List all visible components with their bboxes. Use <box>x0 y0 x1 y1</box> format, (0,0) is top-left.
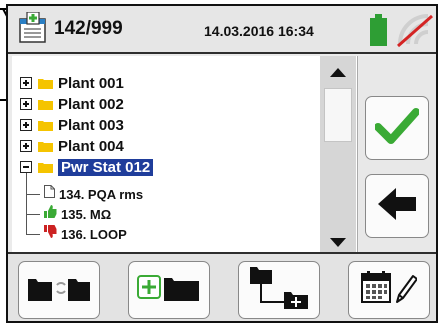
tree-scrollbar[interactable] <box>320 56 356 252</box>
document-icon <box>44 185 55 203</box>
tree-connector <box>26 234 40 235</box>
record-count: 142/999 <box>54 18 123 39</box>
measurement-label: 134. PQA rms <box>59 186 144 202</box>
scrollbar-thumb[interactable] <box>324 88 352 142</box>
move-folder-button[interactable] <box>18 261 100 319</box>
archive-tree: Plant 001 Plant 002 Plant 003 Plant 004 … <box>12 56 358 252</box>
signal-off-icon <box>394 14 434 48</box>
folder-icon <box>38 120 53 131</box>
instrument-screen: 142/999 14.03.2016 16:34 Plant 001 Plant… <box>6 4 438 323</box>
folder-icon <box>38 141 53 152</box>
back-button[interactable] <box>365 174 429 238</box>
collapse-toggle[interactable] <box>20 161 32 173</box>
database-icon <box>18 11 48 44</box>
folder-icon <box>38 99 53 110</box>
thumbs-down-icon <box>44 225 57 243</box>
tree-node[interactable]: Plant 001 <box>20 72 124 94</box>
confirm-button[interactable] <box>365 96 429 160</box>
back-arrow-icon <box>378 187 416 225</box>
tree-node-label: Pwr Stat 012 <box>58 158 154 176</box>
side-button-panel <box>359 56 436 252</box>
folder-icon <box>38 78 53 89</box>
new-subfolder-button[interactable] <box>238 261 320 319</box>
tree-node[interactable]: Plant 004 <box>20 135 124 157</box>
new-folder-button[interactable] <box>128 261 210 319</box>
thumbs-up-icon <box>44 205 57 223</box>
tree-node[interactable]: Plant 003 <box>20 114 124 136</box>
measurement-item[interactable]: 136. LOOP <box>44 223 127 245</box>
tree-node-label: Plant 002 <box>58 95 124 113</box>
date-time: 14.03.2016 16:34 <box>204 23 314 39</box>
tree-node-label: Plant 004 <box>58 137 124 155</box>
confirm-icon <box>374 107 420 150</box>
scroll-down-arrow-icon[interactable] <box>330 234 346 252</box>
measurement-label: 135. MΩ <box>61 206 112 222</box>
tree-node-selected[interactable]: Pwr Stat 012 <box>20 156 154 178</box>
tree-connector <box>26 173 27 235</box>
tree-connector <box>26 214 40 215</box>
tree-node[interactable]: Plant 002 <box>20 93 124 115</box>
new-folder-icon <box>137 273 201 308</box>
edit-calendar-button[interactable] <box>348 261 430 319</box>
tree-node-label: Plant 001 <box>58 74 124 92</box>
edit-calendar-icon <box>361 270 418 310</box>
expand-toggle[interactable] <box>20 77 32 89</box>
new-subfolder-icon <box>248 266 310 315</box>
status-header: 142/999 14.03.2016 16:34 <box>8 6 436 54</box>
expand-toggle[interactable] <box>20 119 32 131</box>
measurement-item[interactable]: 135. MΩ <box>44 203 111 225</box>
folder-icon <box>38 162 53 173</box>
tree-connector <box>26 194 40 195</box>
move-folder-icon <box>27 273 91 308</box>
measurement-item[interactable]: 134. PQA rms <box>44 183 143 205</box>
bottom-toolbar <box>8 252 436 321</box>
expand-toggle[interactable] <box>20 140 32 152</box>
measurement-label: 136. LOOP <box>61 226 127 242</box>
expand-toggle[interactable] <box>20 98 32 110</box>
scroll-up-arrow-icon[interactable] <box>330 64 346 82</box>
tree-node-label: Plant 003 <box>58 116 124 134</box>
battery-icon <box>370 14 387 46</box>
